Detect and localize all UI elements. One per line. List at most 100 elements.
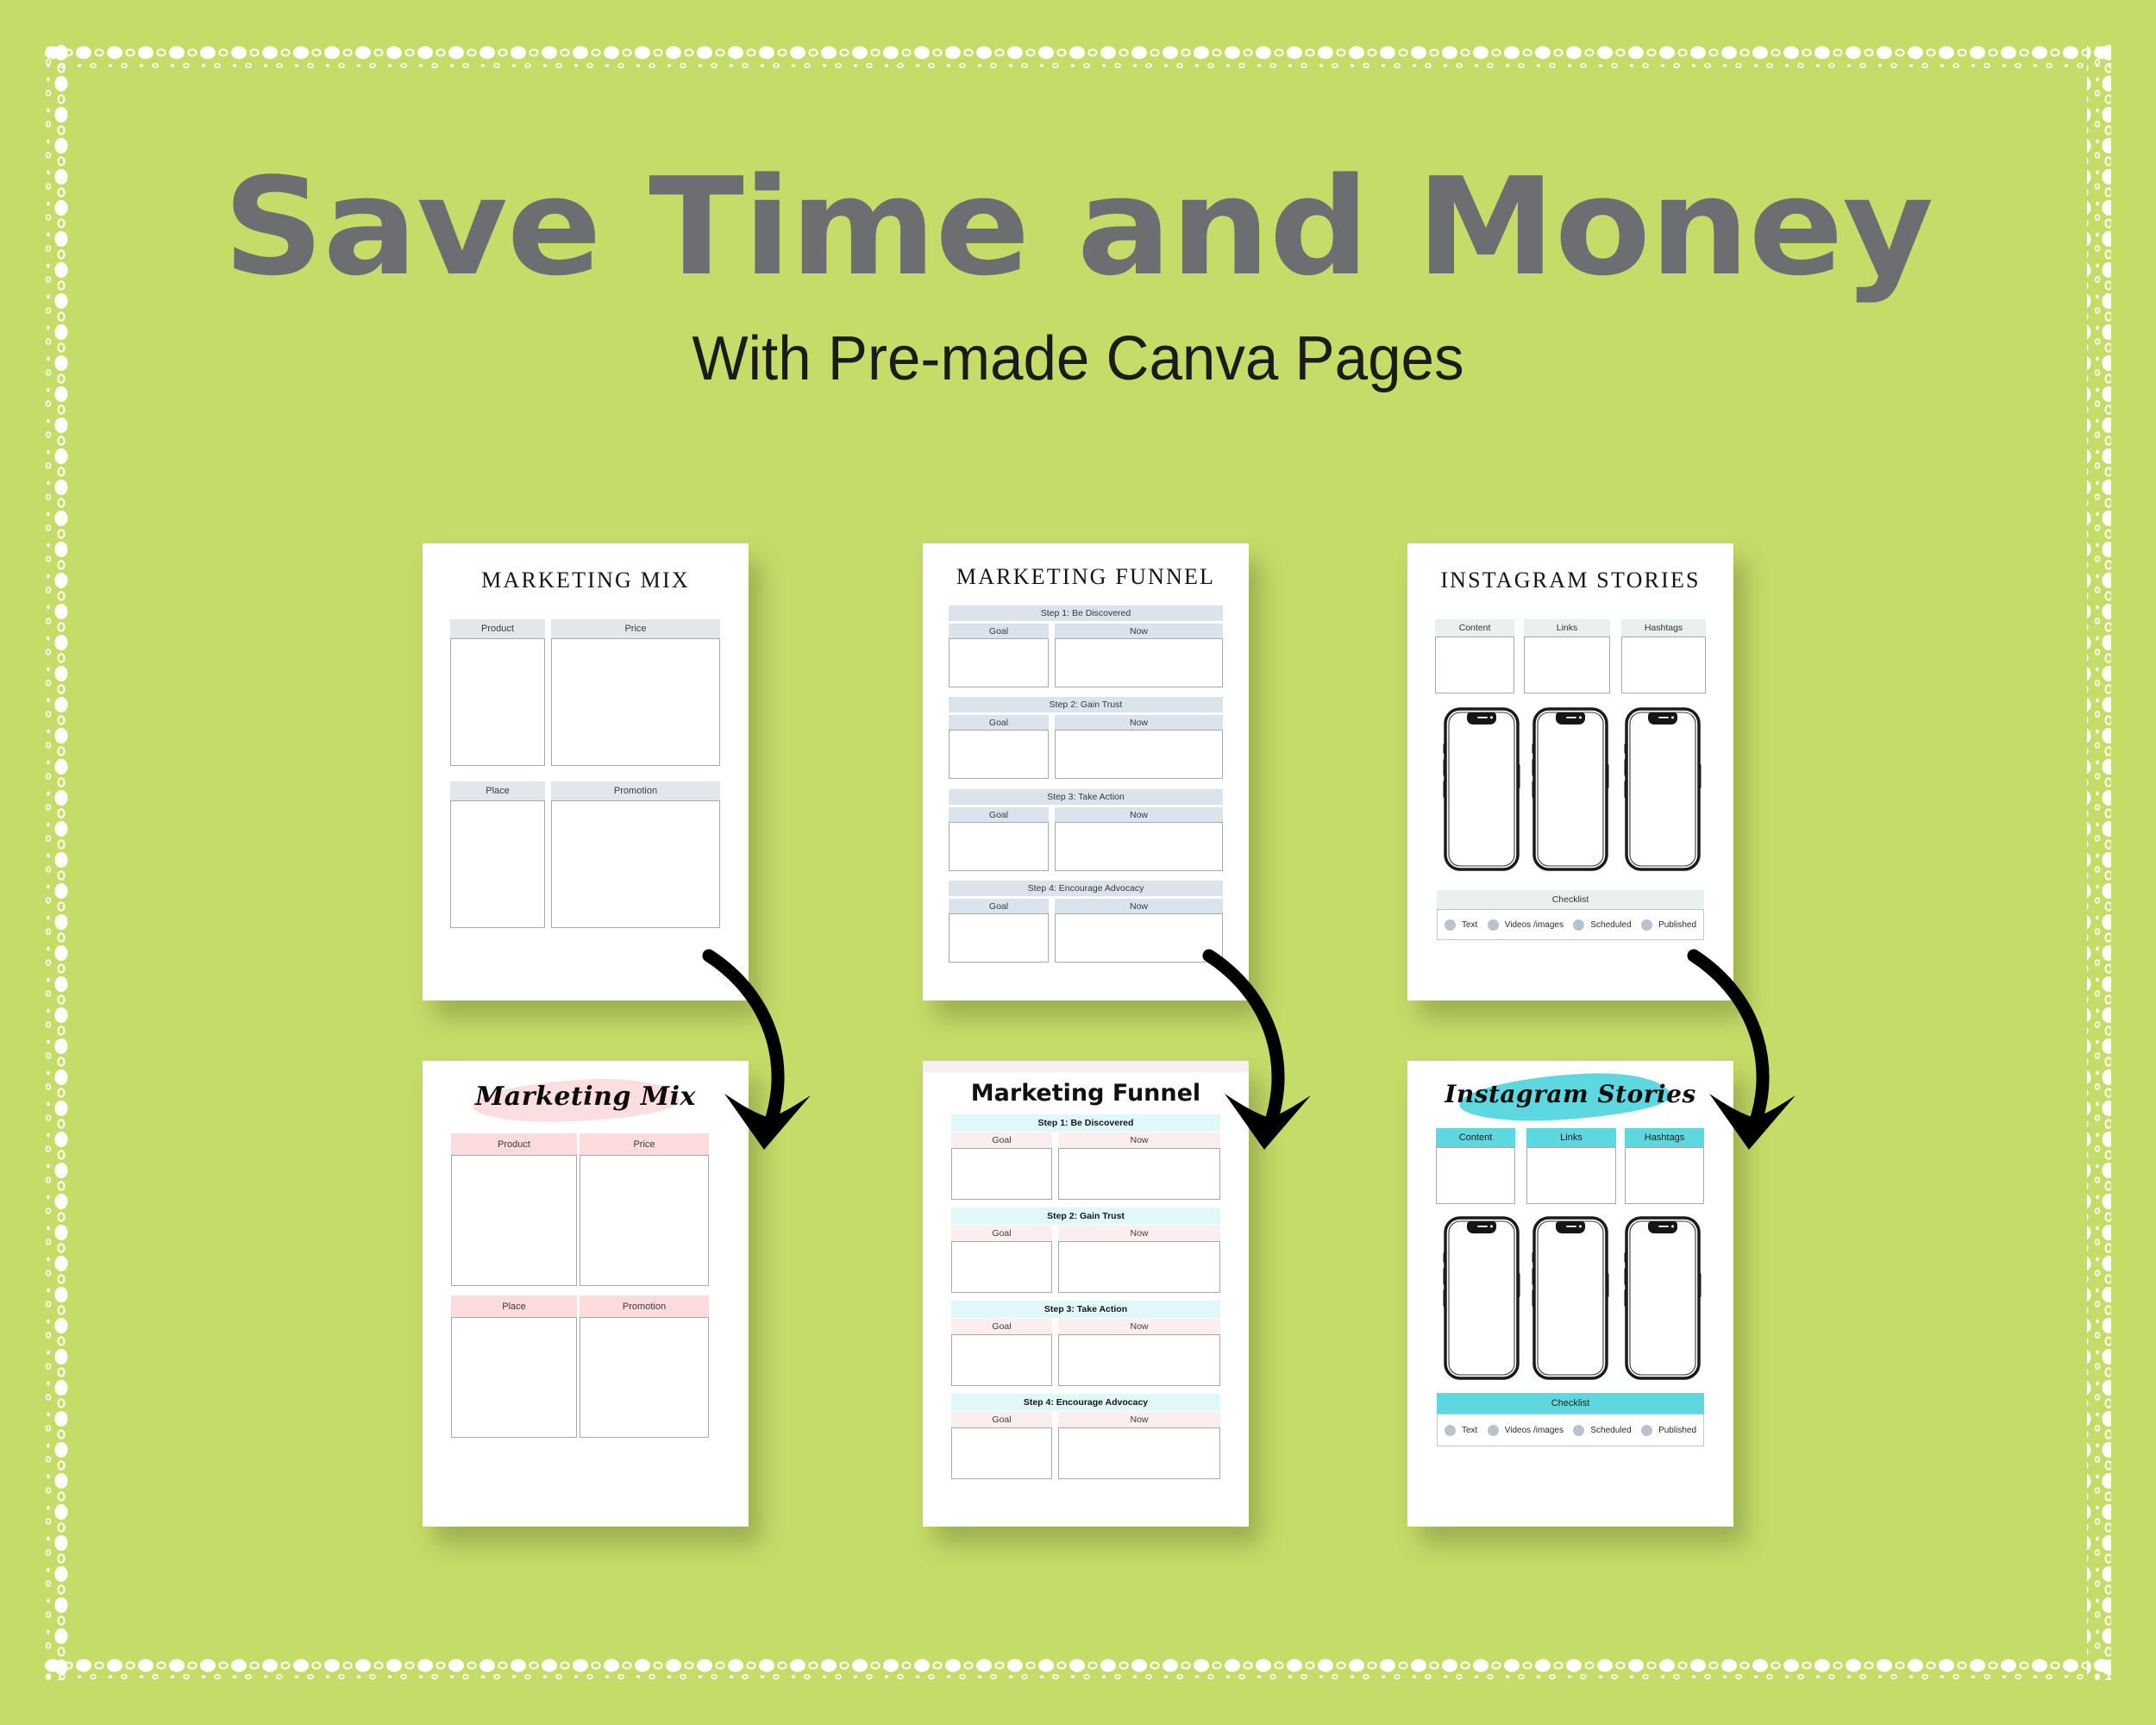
phone-mockup-2-styled[interactable] (1531, 1216, 1610, 1380)
checkbox-circle-icon[interactable] (1573, 919, 1585, 931)
funnel-col-header-1-goal: Goal (949, 624, 1049, 638)
funnel-box-1-now-styled[interactable] (1058, 1148, 1220, 1200)
template-card-marketing-funnel-styled[interactable]: Marketing Funnel Step 1: Be Discovered G… (923, 1061, 1249, 1527)
checklist-item-videos[interactable]: Videos /images (1487, 919, 1564, 931)
checkbox-circle-icon[interactable] (1487, 1424, 1499, 1436)
funnel-col-header-1-now-styled: Now (1058, 1132, 1220, 1148)
field-header-product: Product (450, 619, 545, 638)
funnel-step-header-3: Step 3: Take Action (949, 789, 1223, 805)
field-header-price-styled: Price (580, 1133, 709, 1155)
funnel-col-header-2-now-styled: Now (1058, 1226, 1220, 1241)
card-title-instagram-stories-plain: INSTAGRAM STORIES (1440, 568, 1701, 593)
field-box-product[interactable] (450, 638, 545, 766)
funnel-col-header-3-now-styled: Now (1058, 1319, 1220, 1334)
ig-checklist-row[interactable]: Text Videos /images Scheduled Published (1437, 909, 1704, 940)
funnel-box-1-goal[interactable] (949, 638, 1049, 687)
template-card-marketing-funnel-plain[interactable]: MARKETING FUNNEL Step 1: Be Discovered G… (923, 543, 1249, 1000)
funnel-step-header-1-styled: Step 1: Be Discovered (951, 1114, 1220, 1132)
field-box-price-styled[interactable] (580, 1155, 709, 1286)
funnel-box-2-now[interactable] (1055, 730, 1223, 779)
checklist-item-published[interactable]: Published (1641, 919, 1696, 931)
funnel-box-4-goal-styled[interactable] (951, 1427, 1052, 1479)
funnel-box-2-goal[interactable] (949, 730, 1049, 779)
funnel-col-header-1-now: Now (1055, 624, 1223, 638)
funnel-col-header-4-goal: Goal (949, 899, 1049, 913)
ig-checklist-title: Checklist (1437, 890, 1704, 909)
funnel-step-header-3-styled: Step 3: Take Action (951, 1301, 1220, 1318)
phone-mockup-1-styled[interactable] (1442, 1216, 1521, 1380)
field-box-promotion-styled[interactable] (580, 1317, 709, 1438)
ig-col-header-hashtags-styled: Hashtags (1625, 1128, 1704, 1147)
phone-mockup-2[interactable] (1531, 707, 1610, 871)
checkbox-circle-icon[interactable] (1573, 1424, 1585, 1436)
funnel-box-1-now[interactable] (1055, 638, 1223, 687)
checklist-item-text-styled[interactable]: Text (1445, 1424, 1477, 1436)
phone-mockup-3[interactable] (1623, 707, 1702, 871)
checklist-item-scheduled[interactable]: Scheduled (1573, 919, 1632, 931)
funnel-box-1-goal-styled[interactable] (951, 1148, 1052, 1200)
ig-col-box-content[interactable] (1435, 637, 1514, 693)
ig-col-box-hashtags-styled[interactable] (1625, 1147, 1704, 1204)
template-card-instagram-stories-plain[interactable]: INSTAGRAM STORIES Content Links Hashtags (1407, 543, 1733, 1000)
funnel-step-header-2-styled: Step 2: Gain Trust (951, 1208, 1220, 1225)
checkbox-circle-icon[interactable] (1641, 919, 1653, 931)
card-title-instagram-stories-styled: Instagram Stories (1445, 1080, 1696, 1108)
card-title-marketing-mix-styled: Marketing Mix (475, 1082, 696, 1112)
checkbox-circle-icon[interactable] (1487, 919, 1499, 931)
ig-col-box-links[interactable] (1524, 637, 1610, 693)
template-card-marketing-mix-plain[interactable]: MARKETING MIX Product Price Place Promot… (423, 543, 749, 1000)
funnel-col-header-2-goal-styled: Goal (951, 1226, 1052, 1241)
field-header-promotion: Promotion (551, 781, 720, 800)
funnel-box-2-goal-styled[interactable] (951, 1241, 1052, 1293)
field-header-place: Place (450, 781, 545, 800)
ig-col-box-hashtags[interactable] (1621, 637, 1706, 693)
phone-mockup-1[interactable] (1442, 707, 1521, 871)
page-title: Save Time and Money (222, 148, 1934, 305)
checklist-label-videos: Videos /images (1504, 919, 1564, 930)
field-box-place[interactable] (450, 800, 545, 928)
checkbox-circle-icon[interactable] (1445, 1424, 1456, 1436)
checklist-label-scheduled: Scheduled (1590, 919, 1632, 930)
ig-col-box-content-styled[interactable] (1436, 1147, 1515, 1204)
field-header-place-styled: Place (451, 1295, 577, 1317)
ig-checklist-row-styled[interactable]: Text Videos /images Scheduled Published (1437, 1414, 1704, 1446)
checklist-item-scheduled-styled[interactable]: Scheduled (1573, 1424, 1632, 1436)
funnel-box-3-goal[interactable] (949, 822, 1049, 871)
funnel-col-header-4-goal-styled: Goal (951, 1412, 1052, 1427)
ig-col-header-links-styled: Links (1526, 1128, 1616, 1147)
headline-block: Save Time and Money With Pre-made Canva … (0, 160, 2156, 394)
page-subtitle: With Pre-made Canva Pages (692, 324, 1464, 393)
funnel-box-3-now[interactable] (1055, 822, 1223, 871)
field-box-product-styled[interactable] (451, 1155, 577, 1286)
template-card-marketing-mix-styled[interactable]: Marketing Mix Product Price Place Promot… (423, 1061, 749, 1527)
poster-canvas: Save Time and Money With Pre-made Canva … (0, 0, 2156, 1725)
field-box-place-styled[interactable] (451, 1317, 577, 1438)
checkbox-circle-icon[interactable] (1445, 919, 1456, 931)
ig-col-header-content-styled: Content (1436, 1128, 1515, 1147)
field-box-promotion[interactable] (551, 800, 720, 928)
ig-col-header-links: Links (1524, 619, 1610, 637)
funnel-box-2-now-styled[interactable] (1058, 1241, 1220, 1293)
card-title-marketing-funnel-styled: Marketing Funnel (970, 1080, 1201, 1107)
funnel-step-header-2: Step 2: Gain Trust (949, 697, 1223, 712)
funnel-box-4-now-styled[interactable] (1058, 1427, 1220, 1479)
checklist-label-published-styled: Published (1658, 1425, 1696, 1435)
ig-col-header-hashtags: Hashtags (1621, 619, 1706, 637)
checklist-item-videos-styled[interactable]: Videos /images (1487, 1424, 1564, 1436)
ig-col-box-links-styled[interactable] (1526, 1147, 1616, 1204)
funnel-step-header-4-styled: Step 4: Encourage Advocacy (951, 1394, 1220, 1411)
phone-mockup-3-styled[interactable] (1623, 1216, 1702, 1380)
funnel-col-header-2-now: Now (1055, 715, 1223, 730)
funnel-box-3-goal-styled[interactable] (951, 1334, 1052, 1386)
funnel-top-band (923, 1061, 1249, 1072)
funnel-box-3-now-styled[interactable] (1058, 1334, 1220, 1386)
funnel-box-4-goal[interactable] (949, 913, 1049, 963)
funnel-box-4-now[interactable] (1055, 913, 1223, 963)
checklist-item-text[interactable]: Text (1445, 919, 1477, 931)
checkbox-circle-icon[interactable] (1641, 1424, 1653, 1436)
checklist-item-published-styled[interactable]: Published (1641, 1424, 1696, 1436)
funnel-col-header-2-goal: Goal (949, 715, 1049, 730)
template-card-instagram-stories-styled[interactable]: Instagram Stories Content Links Hashtags (1407, 1061, 1733, 1527)
field-box-price[interactable] (551, 638, 720, 766)
card-title-marketing-mix-plain: MARKETING MIX (481, 568, 690, 593)
